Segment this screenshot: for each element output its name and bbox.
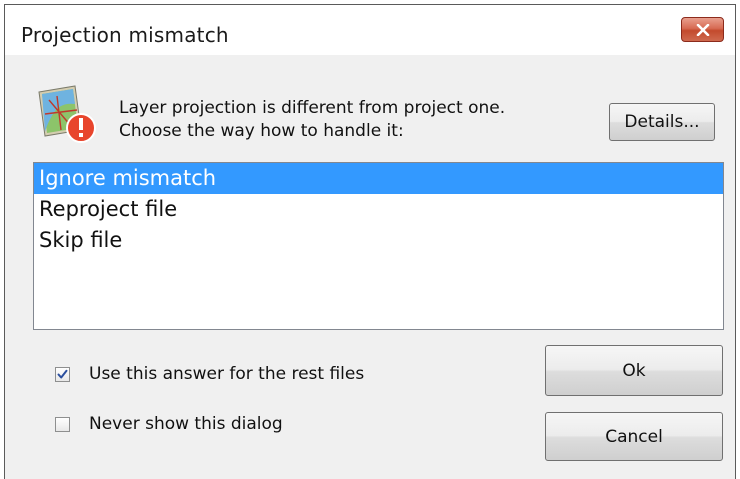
dialog-title: Projection mismatch (21, 23, 229, 47)
never-show-checkbox[interactable] (55, 416, 70, 432)
use-answer-checkbox[interactable] (55, 366, 70, 382)
message-line-2: Choose the way how to handle it: (119, 121, 404, 141)
use-answer-label: Use this answer for the rest files (89, 364, 365, 384)
projection-mismatch-dialog: Projection mismatch Layer projection is … (4, 4, 736, 479)
never-show-row: Never show this dialog (55, 414, 283, 434)
dialog-body: Layer projection is different from proje… (5, 55, 735, 479)
layer-warning-icon (35, 84, 101, 150)
list-item-ignore-mismatch[interactable]: Ignore mismatch (34, 163, 723, 194)
title-bar: Projection mismatch (5, 5, 735, 55)
check-mark-icon (57, 369, 68, 378)
never-show-label: Never show this dialog (89, 414, 283, 434)
close-button[interactable] (681, 17, 724, 42)
use-answer-row: Use this answer for the rest files (55, 364, 364, 384)
handling-options-list[interactable]: Ignore mismatch Reproject file Skip file (33, 162, 724, 330)
list-item-reproject-file[interactable]: Reproject file (34, 194, 723, 225)
details-button[interactable]: Details... (609, 103, 715, 141)
message-text: Layer projection is different from proje… (119, 97, 505, 143)
close-icon (696, 23, 709, 36)
list-item-skip-file[interactable]: Skip file (34, 225, 723, 256)
cancel-button[interactable]: Cancel (545, 412, 723, 461)
message-line-1: Layer projection is different from proje… (119, 98, 506, 118)
ok-button[interactable]: Ok (545, 345, 723, 396)
